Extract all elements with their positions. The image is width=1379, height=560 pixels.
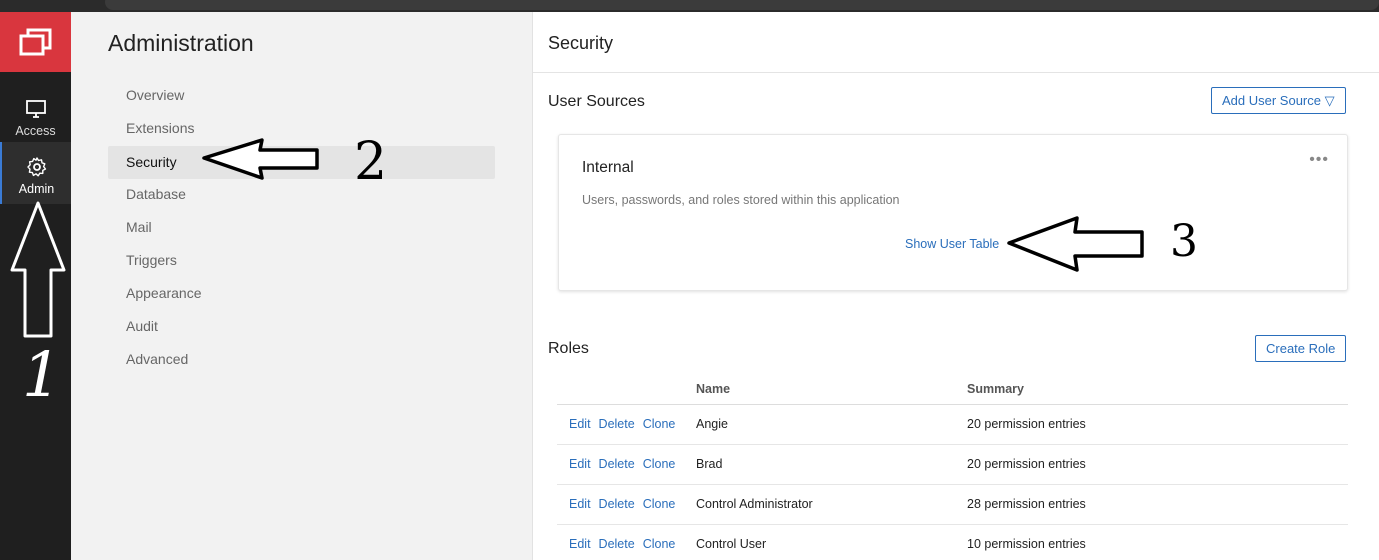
role-summary: 10 permission entries xyxy=(967,524,1348,560)
row-actions: Edit Delete Clone xyxy=(557,524,696,560)
edit-link[interactable]: Edit xyxy=(569,457,591,471)
logo-icon xyxy=(19,28,51,56)
page-title: Security xyxy=(548,33,614,53)
row-actions: Edit Delete Clone xyxy=(557,404,696,445)
gear-icon xyxy=(26,157,46,177)
clone-link[interactable]: Clone xyxy=(643,497,676,511)
monitor-icon xyxy=(25,100,46,118)
app-rail: Access Admin xyxy=(0,12,71,560)
user-source-description: Users, passwords, and roles stored withi… xyxy=(582,193,900,207)
nav-item-advanced[interactable]: Advanced xyxy=(108,343,495,376)
role-summary: 28 permission entries xyxy=(967,484,1348,525)
nav-item-extensions[interactable]: Extensions xyxy=(108,112,495,145)
delete-link[interactable]: Delete xyxy=(599,457,635,471)
role-name: Control User xyxy=(696,524,967,560)
admin-nav-panel: Administration Overview Extensions Secur… xyxy=(71,12,533,560)
show-user-table-link[interactable]: Show User Table xyxy=(905,237,999,251)
nav-item-audit[interactable]: Audit xyxy=(108,310,495,343)
panel-title: Administration xyxy=(108,30,254,56)
role-summary: 20 permission entries xyxy=(967,404,1348,445)
nav-item-mail[interactable]: Mail xyxy=(108,211,495,244)
table-row: Edit Delete Clone Control User 10 permissi… xyxy=(557,524,1348,560)
table-row: Edit Delete Clone Brad 20 permission entri… xyxy=(557,444,1348,485)
nav-item-triggers[interactable]: Triggers xyxy=(108,244,495,277)
delete-link[interactable]: Delete xyxy=(599,417,635,431)
user-sources-title: User Sources xyxy=(548,93,645,110)
column-header-actions xyxy=(557,374,696,405)
role-name: Brad xyxy=(696,444,967,485)
clone-link[interactable]: Clone xyxy=(643,537,676,551)
role-name: Control Administrator xyxy=(696,484,967,525)
row-actions: Edit Delete Clone xyxy=(557,484,696,525)
role-summary: 20 permission entries xyxy=(967,444,1348,485)
roles-title: Roles xyxy=(548,340,589,357)
clone-link[interactable]: Clone xyxy=(643,457,676,471)
rail-item-admin[interactable]: Admin xyxy=(0,142,71,204)
address-bar[interactable] xyxy=(105,0,1379,10)
roles-table: Name Summary Edit Delete Clone Angie 20 pe… xyxy=(557,374,1348,560)
browser-toolbar xyxy=(0,0,1379,12)
column-header-summary[interactable]: Summary xyxy=(967,374,1348,405)
nav-item-appearance[interactable]: Appearance xyxy=(108,277,495,310)
main-content: Security User Sources Add User Source ▽ … xyxy=(533,12,1379,560)
table-header-row: Name Summary xyxy=(557,374,1348,405)
edit-link[interactable]: Edit xyxy=(569,537,591,551)
column-header-name[interactable]: Name xyxy=(696,374,967,405)
role-name: Angie xyxy=(696,404,967,445)
rail-item-access[interactable]: Access xyxy=(0,84,71,146)
page-header: Security xyxy=(533,12,1379,73)
clone-link[interactable]: Clone xyxy=(643,417,676,431)
table-row: Edit Delete Clone Control Administrator 28… xyxy=(557,484,1348,525)
more-options-icon[interactable]: ••• xyxy=(1309,151,1329,169)
rail-item-label: Admin xyxy=(18,182,55,196)
create-role-button[interactable]: Create Role xyxy=(1255,335,1347,362)
user-source-card: Internal ••• Users, passwords, and roles… xyxy=(558,134,1348,291)
nav-item-overview[interactable]: Overview xyxy=(108,79,495,112)
edit-link[interactable]: Edit xyxy=(569,417,591,431)
add-user-source-button[interactable]: Add User Source ▽ xyxy=(1211,87,1346,114)
rail-item-label: Access xyxy=(15,124,56,138)
delete-link[interactable]: Delete xyxy=(599,497,635,511)
table-row: Edit Delete Clone Angie 20 permission entr… xyxy=(557,404,1348,445)
row-actions: Edit Delete Clone xyxy=(557,444,696,485)
app-logo[interactable] xyxy=(0,12,71,72)
nav-item-database[interactable]: Database xyxy=(108,178,495,211)
user-source-title: Internal xyxy=(582,159,634,176)
edit-link[interactable]: Edit xyxy=(569,497,591,511)
delete-link[interactable]: Delete xyxy=(599,537,635,551)
nav-item-security[interactable]: Security xyxy=(108,146,495,179)
